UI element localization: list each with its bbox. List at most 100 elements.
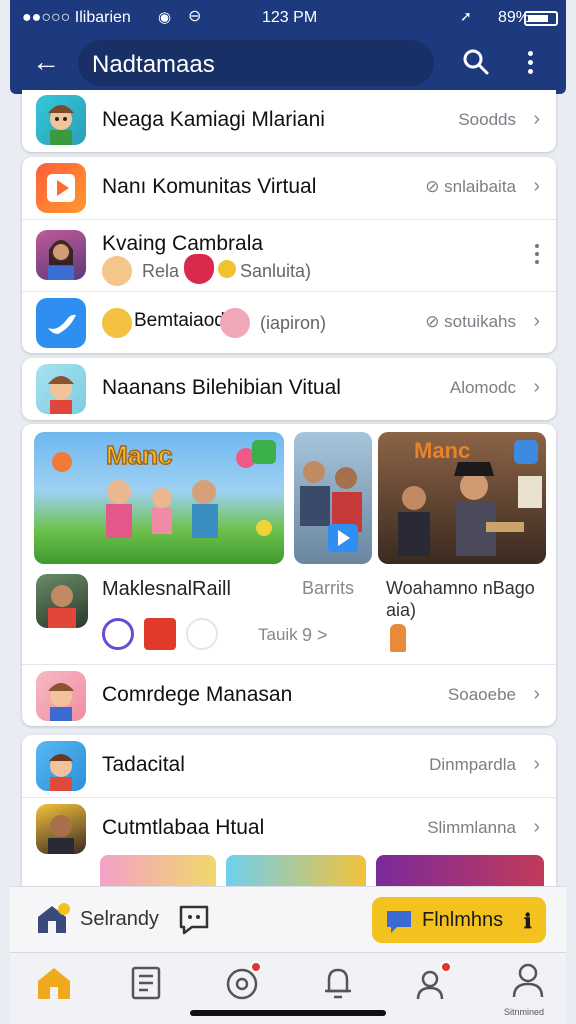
nav-document-icon[interactable] [124,961,168,1005]
status-bar: ●●○○○ Ilibarien ◉ ⊖ 123 PM ➚ 89% [10,0,566,36]
search-icon[interactable] [462,48,490,76]
chevron-right-icon: › [533,175,540,197]
nav-friends-item[interactable] [410,961,454,1005]
notification-badge [440,961,452,973]
media-tag: Tauik [258,625,298,644]
chevron-right-icon: › [533,108,540,130]
list-item[interactable]: Tadacital Dinmpardla › [22,735,556,797]
item-meta: Dinmpardla [429,755,516,774]
list-item[interactable]: Neaga Kamiagi Mlariani Soodds › [22,90,556,152]
list-item[interactable]: Cutmtlabaa Htual Slimmlanna › [22,797,556,859]
cartoon-avatar-icon [36,741,86,791]
primary-action-button[interactable]: Flnlmhns ℹ [372,897,546,943]
item-title: Comrdege Manasan [102,683,293,706]
list-card-group: Nanı Komunitas Virtual ⊘ snlaibaita › Kv… [22,157,556,353]
more-options-icon[interactable] [526,48,534,76]
primary-action-label: Flnlmhns [422,909,504,931]
item-subtitle: Rela [142,261,180,281]
clock-text: 123 PM [262,9,318,26]
media-caption: MaklesnalRaill [102,578,231,600]
search-field[interactable]: Nadtamaas [78,40,434,86]
nav-chat-item[interactable] [220,961,264,1005]
item-meta: Alomodc [449,378,516,397]
speech-bubble-icon [387,911,411,933]
item-meta: Soodds [458,110,516,129]
figurine-icon [390,624,406,652]
media-caption-line2: aia) [386,600,417,620]
item-subtitle: Sanluita) [240,261,312,281]
nav-profile-label: Sitnmined [504,1007,545,1017]
chevron-right-icon: › [533,816,540,838]
bird-app-icon [36,298,86,348]
item-title: Bemtaiaod [134,310,225,331]
home-badge-icon[interactable] [34,901,70,937]
face-app-icon[interactable] [186,618,218,650]
dnd-icon: ⊖ [188,8,202,25]
item-title: Neaga Kamiagi Mlariani [102,108,325,131]
chevron-right-icon: › [533,376,540,398]
laugh-emoji-icon [102,308,132,338]
list-card-2[interactable]: Naanans Bilehibian Vitual Alomodc › [22,358,556,420]
list-item[interactable]: Nanı Komunitas Virtual ⊘ snlaibaita › [22,157,556,219]
poster-title: Manc [414,438,470,463]
media-card: Manc Manc MaklesnalRaill Tauik Barrits 9… [22,424,556,726]
item-title: Nanı Komunitas Virtual [102,175,317,198]
list-card-1[interactable]: Neaga Kamiagi Mlariani Soodds › [22,90,556,152]
battery-icon [524,11,558,26]
list-item[interactable]: Comrdege Manasan Soaoebe › [22,664,556,726]
circle-app-icon[interactable] [102,618,134,650]
video-thumbnail[interactable] [294,432,372,564]
item-subtitle: (iapiron) [260,313,327,333]
item-meta: ⊘ snlaibaita [425,177,516,196]
list-item[interactable]: Kvaing Cambrala Rela Sanluita) [22,219,556,291]
list-item[interactable]: Bemtaiaod (iapiron) ⊘ sotuikahs › [22,291,556,353]
item-title: Tadacital [102,753,185,776]
item-title: Naanans Bilehibian Vitual [102,376,341,399]
corner-badge-icon [252,440,276,464]
chevron-right-icon: › [533,310,540,332]
wifi-icon: ◉ [158,9,172,26]
item-meta: Slimmlanna [427,818,516,837]
notification-badge [250,961,262,973]
pig-emoji-icon [220,308,250,338]
item-meta: ⊘ sotuikahs [425,312,516,331]
cartoon-avatar-icon [36,671,86,721]
app-bar: ← Nadtamaas [10,36,566,92]
cartoon-avatar-icon [36,364,86,414]
list-item[interactable]: Naanans Bilehibian Vitual Alomodc › [22,358,556,420]
chevron-right-icon: › [533,753,540,775]
info-icon: ℹ [524,911,532,933]
item-title: Cutmtlabaa Htual [102,816,265,839]
item-meta: Soaoebe [447,685,516,704]
photo-thumbnail[interactable]: Manc [378,432,546,564]
media-meta: 9 > [302,625,328,645]
cartoon-avatar-icon [36,95,86,145]
game-logo: Manc [106,440,172,470]
list-card-3: Tadacital Dinmpardla › Cutmtlabaa Htual … [22,735,556,895]
carrier-text: ●●○○○ Ilibarien [22,9,131,26]
media-caption: Woahamno nBago [386,578,535,598]
corner-badge-icon [514,440,538,464]
coin-emoji-icon [218,260,236,278]
media-caption: Barrits [302,578,355,598]
monster-emoji-icon [184,254,214,284]
nav-profile-icon[interactable] [506,959,550,1003]
more-options-icon[interactable] [534,244,540,268]
profile-photo [36,230,86,280]
action-bar-label[interactable]: Selrandy [80,908,159,931]
phone-screen: ●●○○○ Ilibarien ◉ ⊖ 123 PM ➚ 89% ← Nadta… [0,0,576,1024]
back-arrow-icon[interactable]: ← [32,48,60,76]
chevron-right-icon: › [533,683,540,705]
featured-game-thumbnail[interactable]: Manc [34,432,284,564]
location-icon: ➚ [460,8,472,24]
home-indicator [190,1010,386,1016]
red-app-icon[interactable] [144,618,176,650]
nav-home-icon[interactable] [32,961,76,1005]
chat-bubble-icon[interactable] [176,901,212,937]
profile-photo [36,804,86,854]
search-field-value: Nadtamaas [92,51,215,78]
app-header: ●●○○○ Ilibarien ◉ ⊖ 123 PM ➚ 89% ← Nadta… [10,0,566,94]
action-bar: Selrandy Flnlmhns ℹ [10,886,566,952]
smile-emoji-icon [102,256,132,286]
nav-bell-icon[interactable] [316,961,360,1005]
